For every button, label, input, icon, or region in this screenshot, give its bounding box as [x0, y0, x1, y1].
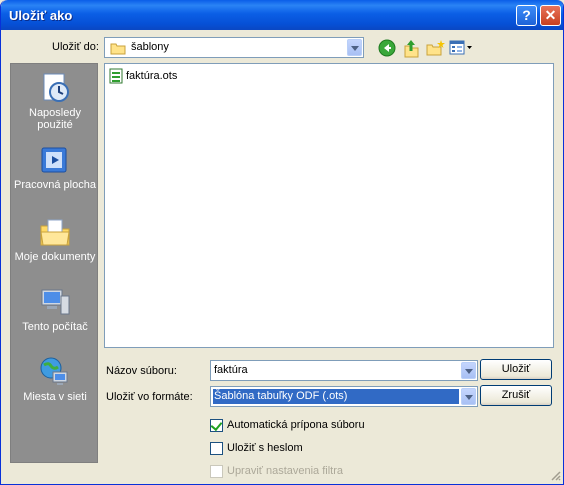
file-list[interactable]: faktúra.ots	[104, 63, 554, 348]
cancel-button[interactable]: Zrušiť	[480, 385, 552, 406]
save-as-dialog: Uložiť ako ? ✕ Uložiť do: šablony Naposl…	[0, 0, 564, 485]
network-places-icon	[40, 357, 68, 385]
help-button[interactable]: ?	[516, 5, 537, 26]
place-label: Pracovná plocha	[14, 179, 96, 191]
filename-label: Názov súboru:	[106, 365, 177, 377]
place-network[interactable]: Miesta v sieti	[11, 356, 99, 403]
recent-documents-icon	[43, 73, 69, 102]
title-bar[interactable]: Uložiť ako ? ✕	[1, 0, 563, 30]
view-menu-button[interactable]	[449, 40, 473, 56]
edit-filter-settings-checkbox	[210, 465, 223, 478]
place-label: Naposledy použité	[29, 107, 81, 131]
close-button[interactable]: ✕	[540, 5, 561, 26]
resize-grip-icon[interactable]	[549, 469, 561, 481]
format-value: Šablóna tabuľky ODF (.ots)	[214, 390, 348, 402]
up-folder-icon[interactable]	[402, 38, 420, 58]
save-in-dropdown[interactable]: šablony	[104, 37, 364, 58]
save-with-password-label: Uložiť s heslom	[227, 442, 303, 454]
my-documents-icon	[40, 219, 70, 246]
chevron-down-icon[interactable]	[347, 39, 362, 56]
auto-extension-label: Automatická prípona súboru	[227, 419, 365, 431]
format-dropdown[interactable]: Šablóna tabuľky ODF (.ots)	[210, 386, 478, 407]
save-button[interactable]: Uložiť	[480, 359, 552, 380]
places-bar: Naposledy použité Pracovná plocha Moje d…	[10, 63, 98, 463]
back-icon[interactable]	[378, 39, 396, 57]
place-my-documents[interactable]: Moje dokumenty	[11, 216, 99, 263]
auto-extension-checkbox[interactable]	[210, 418, 223, 432]
place-desktop[interactable]: Pracovná plocha	[11, 144, 99, 191]
close-icon: ✕	[544, 7, 557, 23]
spreadsheet-template-icon	[109, 68, 123, 84]
save-in-label: Uložiť do:	[52, 41, 99, 53]
current-folder-name: šablony	[131, 41, 169, 53]
place-label: Miesta v sieti	[23, 391, 87, 403]
filename-field[interactable]: faktúra	[210, 360, 478, 381]
place-label: Tento počítač	[22, 321, 88, 333]
place-label: Moje dokumenty	[14, 251, 96, 263]
place-recent[interactable]: Naposledy použité	[11, 72, 99, 131]
checkmark-icon	[210, 418, 223, 432]
new-folder-icon[interactable]	[425, 39, 445, 57]
format-label: Uložiť vo formáte:	[106, 391, 193, 403]
edit-filter-settings-label: Upraviť nastavenia filtra	[227, 465, 344, 477]
folder-icon	[110, 43, 126, 55]
my-computer-icon	[41, 289, 70, 315]
desktop-icon	[41, 147, 67, 173]
chevron-down-icon[interactable]	[461, 388, 476, 405]
place-my-computer[interactable]: Tento počítač	[11, 286, 99, 333]
help-icon: ?	[522, 7, 531, 23]
filename-value: faktúra	[214, 364, 248, 376]
save-with-password-checkbox[interactable]	[210, 442, 223, 455]
file-name: faktúra.ots	[126, 70, 178, 82]
chevron-down-icon[interactable]	[461, 362, 476, 379]
window-title: Uložiť ako	[9, 8, 73, 23]
view-menu-icon	[449, 40, 472, 55]
